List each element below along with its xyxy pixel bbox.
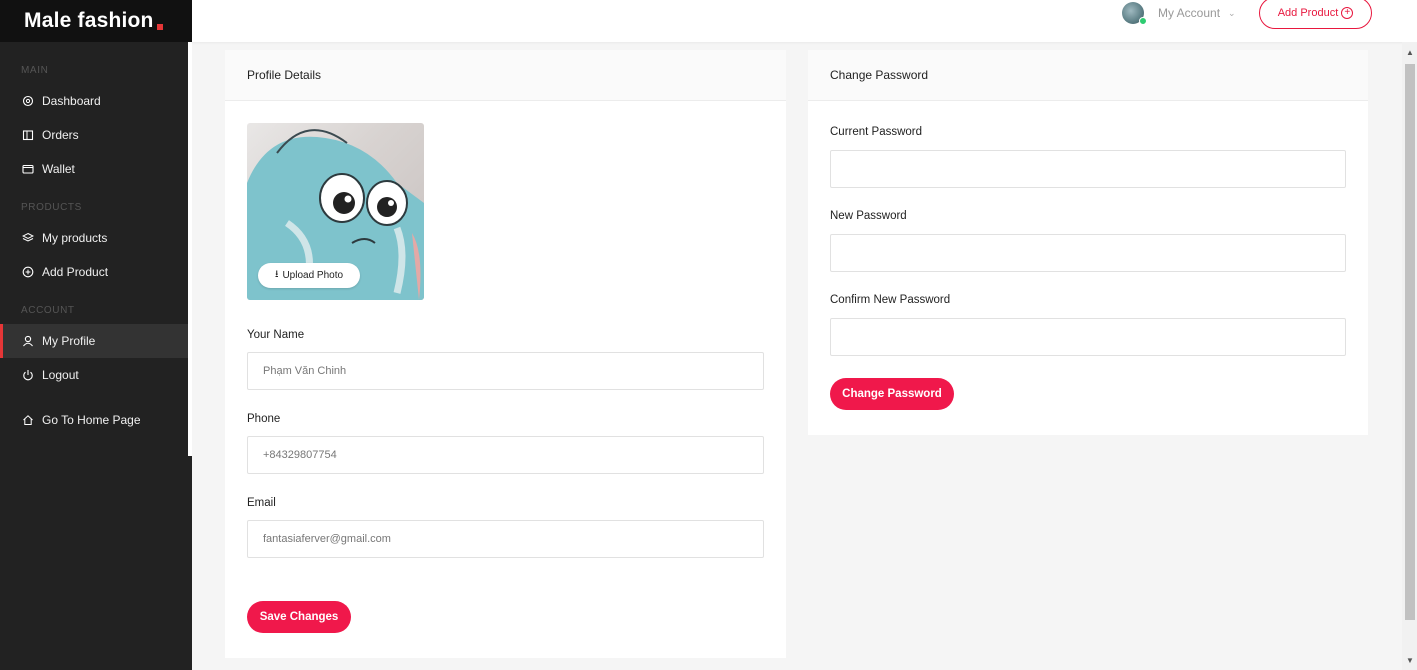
sidebar-item-dashboard[interactable]: Dashboard: [0, 84, 188, 118]
profile-details-card: Profile Details ⭳ Upload Photo Your Name…: [225, 50, 786, 658]
layers-icon: [21, 231, 35, 245]
chevron-down-icon: ⌄: [1228, 7, 1236, 18]
wallet-icon: [21, 162, 35, 176]
sidebar-item-label: Dashboard: [42, 94, 101, 108]
sidebar-item-label: My Profile: [42, 334, 96, 348]
scroll-up-icon[interactable]: ▲: [1406, 48, 1414, 57]
scroll-down-icon[interactable]: ▼: [1406, 656, 1414, 665]
home-icon: [21, 413, 35, 427]
add-product-button[interactable]: Add Product +: [1259, 0, 1372, 29]
avatar: [1122, 2, 1147, 25]
sidebar-item-wallet[interactable]: Wallet: [0, 152, 188, 186]
section-label-account: ACCOUNT: [21, 305, 75, 316]
sidebar-item-label: Orders: [42, 128, 79, 142]
phone-label: Phone: [247, 413, 281, 425]
card-title: Profile Details: [225, 50, 786, 101]
profile-photo: ⭳ Upload Photo: [247, 123, 424, 300]
sidebar-item-add-product[interactable]: Add Product: [0, 255, 188, 289]
sidebar-item-label: Wallet: [42, 162, 75, 176]
section-label-products: PRODUCTS: [21, 202, 82, 213]
sidebar-item-label: Go To Home Page: [42, 413, 141, 427]
brand-name: Male fashion: [24, 9, 154, 32]
orders-icon: [21, 128, 35, 142]
account-label: My Account: [1158, 6, 1221, 20]
name-field[interactable]: Phạm Văn Chinh: [247, 352, 764, 390]
change-password-card: Change Password Current Password New Pas…: [808, 50, 1368, 435]
sidebar-item-label: Add Product: [42, 265, 109, 279]
dashboard-icon: [21, 94, 35, 108]
plus-circle-icon: [21, 265, 35, 279]
sidebar-item-my-profile[interactable]: My Profile: [0, 324, 188, 358]
current-password-label: Current Password: [830, 126, 923, 138]
new-password-field[interactable]: [830, 234, 1346, 272]
sidebar-item-my-products[interactable]: My products: [0, 221, 188, 255]
email-field[interactable]: fantasiaferver@gmail.com: [247, 520, 764, 558]
account-menu[interactable]: My Account ⌄: [1122, 0, 1236, 26]
phone-field[interactable]: +84329807754: [247, 436, 764, 474]
sidebar-item-logout[interactable]: Logout: [0, 358, 188, 392]
save-changes-button[interactable]: Save Changes: [247, 601, 351, 633]
sidebar-edge: [188, 42, 192, 456]
sidebar-item-orders[interactable]: Orders: [0, 118, 188, 152]
online-indicator: [1139, 17, 1147, 25]
brand-dot: [156, 24, 163, 30]
new-password-label: New Password: [830, 210, 907, 222]
name-label: Your Name: [247, 329, 305, 341]
add-product-label: Add Product: [1277, 7, 1339, 19]
power-icon: [21, 368, 35, 382]
sidebar-item-home[interactable]: Go To Home Page: [0, 403, 188, 437]
upload-icon: ⭳: [274, 269, 279, 280]
change-password-button[interactable]: Change Password: [830, 378, 954, 410]
section-label-main: MAIN: [21, 65, 49, 76]
upload-photo-button[interactable]: ⭳ Upload Photo: [258, 263, 360, 288]
upload-photo-label: Upload Photo: [282, 270, 344, 281]
sidebar-item-label: My products: [42, 231, 108, 245]
confirm-password-field[interactable]: [830, 318, 1346, 356]
email-label: Email: [247, 497, 276, 509]
brand-logo[interactable]: Male fashion: [0, 0, 192, 42]
scrollbar-thumb[interactable]: [1405, 64, 1415, 620]
plus-circle-icon: +: [1341, 7, 1354, 19]
sidebar-item-label: Logout: [42, 368, 79, 382]
current-password-field[interactable]: [830, 150, 1346, 188]
confirm-password-label: Confirm New Password: [830, 294, 951, 306]
sidebar: Male fashion MAIN Dashboard Orders Walle…: [0, 0, 192, 670]
user-icon: [21, 334, 35, 348]
page-scrollbar[interactable]: ▲ ▼: [1402, 42, 1417, 670]
card-title: Change Password: [808, 50, 1368, 101]
